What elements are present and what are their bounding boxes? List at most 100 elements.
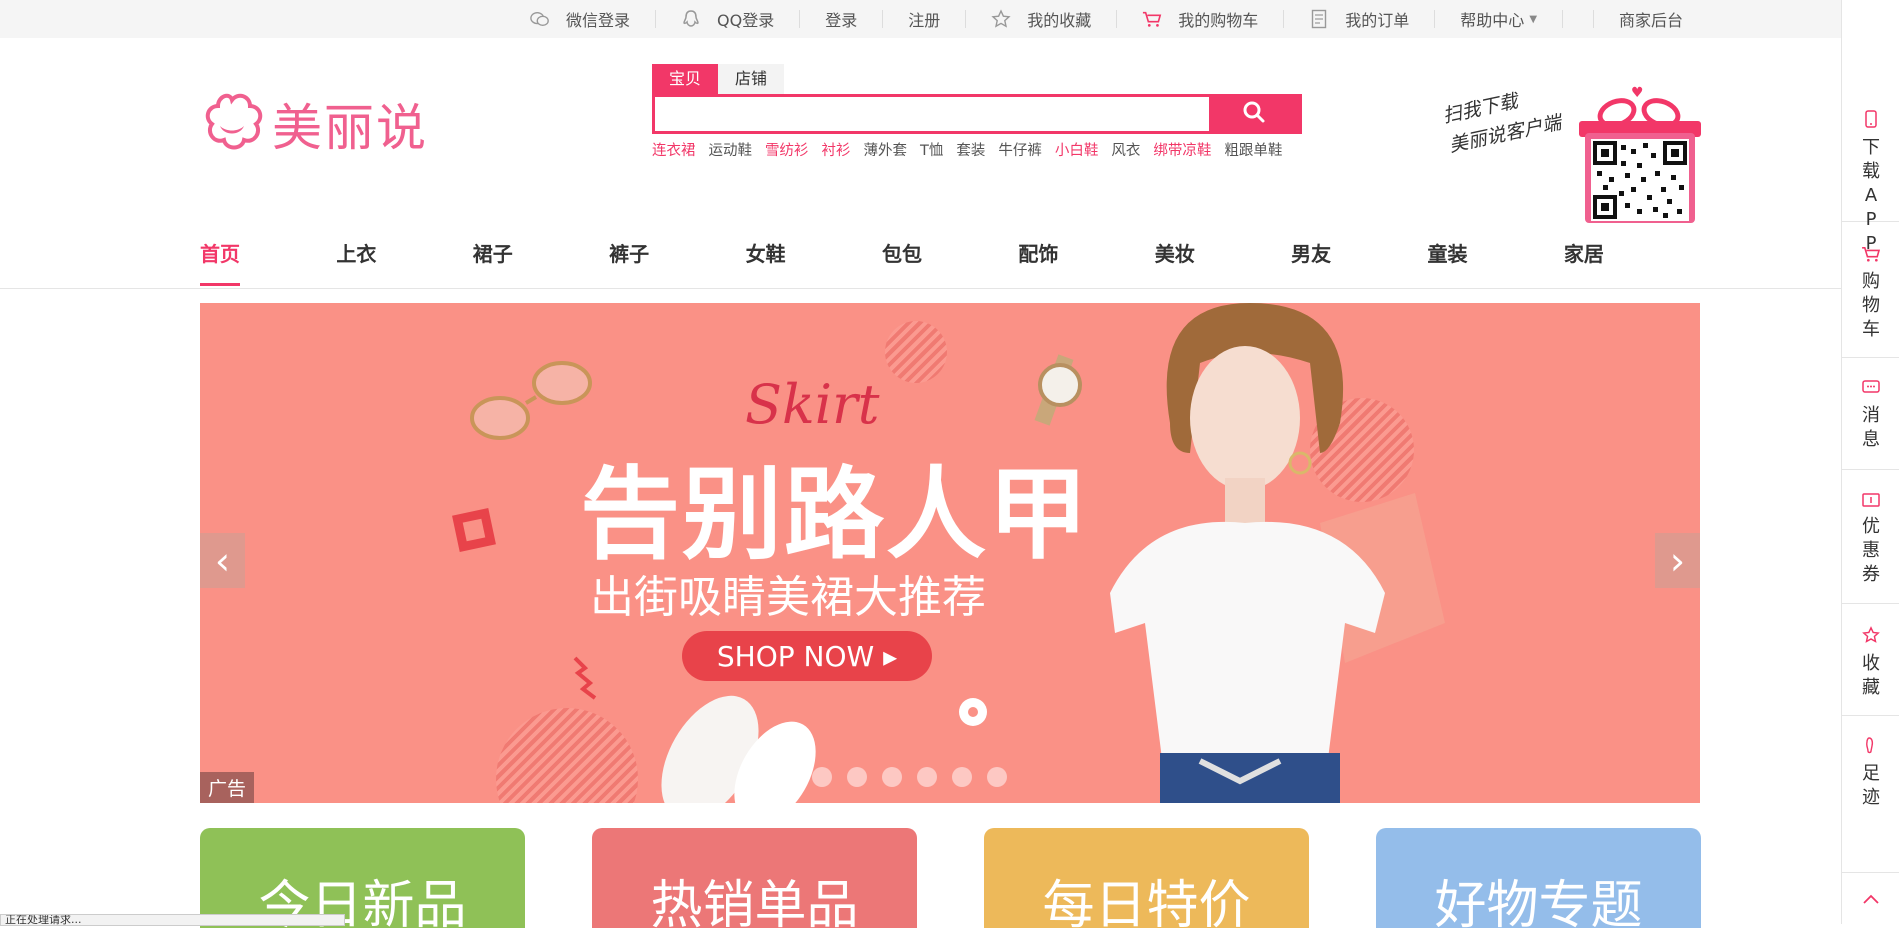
qq-login-link[interactable]: QQ登录 [656,9,801,30]
search-icon [1242,100,1266,128]
help-label: 帮助中心 [1460,11,1525,30]
nav-item-beauty[interactable]: 美妆 [1155,238,1291,288]
nav-item-tops[interactable]: 上衣 [336,238,472,288]
shop-now-button[interactable]: SHOP NOW ▸ [682,631,932,681]
sidebar-item-coupon[interactable]: 优惠券 [1842,492,1899,604]
card-best-sellers[interactable]: 热销单品 [592,828,917,928]
sidebar-label: 消息 [1862,405,1880,450]
category-nav: 首页 上衣 裙子 裤子 女鞋 包包 配饰 美妆 男友 童装 家居 [200,238,1700,288]
carousel-dot[interactable] [812,767,832,787]
qq-login-label: QQ登录 [717,11,775,30]
top-bar: 微信登录 QQ登录 登录 注册 我的收藏 我的购物车 我的订单 帮助中心 ▼ 商… [0,0,1841,38]
help-center-link[interactable]: 帮助中心 ▼ [1435,10,1564,30]
wechat-login-label: 微信登录 [566,11,631,30]
hot-keyword[interactable]: 薄外套 [864,139,908,160]
login-label: 登录 [825,11,858,30]
merchant-link[interactable]: 商家后台 [1593,10,1708,30]
app-download-qr[interactable]: 扫我下载 美丽说客户端 ♥ [1440,50,1701,230]
heart-icon: ♥ [1631,85,1644,101]
card-topics[interactable]: 好物专题 [1376,828,1701,928]
nav-item-bags[interactable]: 包包 [882,238,1018,288]
hot-keyword[interactable]: 运动鞋 [709,139,753,160]
cart-icon [1861,246,1881,266]
banner-script-text: Skirt [745,373,880,436]
card-daily-deals[interactable]: 每日特价 [984,828,1309,928]
search-tabs: 宝贝 店铺 [652,64,1302,94]
search-box [652,94,1302,134]
login-link[interactable]: 登录 [800,10,884,30]
right-sidebar: 下载APP 购物车 消息 优惠券 收藏 足迹 [1841,0,1899,924]
chevron-left-icon: ‹ [214,538,231,583]
orders-label: 我的订单 [1345,11,1410,30]
qq-icon [681,9,701,29]
card-new-arrivals[interactable]: 今日新品 [200,828,525,928]
sidebar-item-app[interactable]: 下载APP [1842,110,1899,254]
sidebar-item-cart[interactable]: 购物车 [1842,246,1899,358]
nav-item-accessories[interactable]: 配饰 [1018,238,1154,288]
nav-item-kids[interactable]: 童装 [1428,238,1564,288]
tab-shop[interactable]: 店铺 [718,64,785,94]
sidebar-item-favorite[interactable]: 收藏 [1842,626,1899,716]
orders-link[interactable]: 我的订单 [1284,9,1436,30]
sidebar-item-footprint[interactable]: 足迹 [1842,736,1899,826]
back-to-top-button[interactable] [1842,872,1899,924]
nav-item-pants[interactable]: 裤子 [609,238,745,288]
hot-keyword[interactable]: 连衣裙 [652,139,696,160]
banner-prev-button[interactable]: ‹ [200,533,245,588]
search-button[interactable] [1209,97,1299,131]
star-icon [1862,626,1880,648]
carousel-dot[interactable] [847,767,867,787]
tab-product[interactable]: 宝贝 [652,64,719,94]
banner-title: 告别路人甲 [580,456,1090,573]
order-icon [1309,9,1329,29]
nav-item-home[interactable]: 首页 [200,238,336,288]
nav-item-skirts[interactable]: 裙子 [473,238,609,288]
ad-tag: 广告 [200,772,255,803]
footprint-icon [1864,736,1878,758]
register-link[interactable]: 注册 [883,10,967,30]
hot-keyword[interactable]: 绑带凉鞋 [1153,139,1211,160]
hot-keyword[interactable]: 粗跟单鞋 [1224,139,1282,160]
hot-keyword[interactable]: 衬衫 [822,139,851,160]
browser-status-bar: 正在处理请求... [0,914,345,926]
feature-cards: 今日新品 热销单品 每日特价 好物专题 [200,828,1701,928]
hot-keyword[interactable]: 牛仔裤 [998,139,1042,160]
hero-banner[interactable]: Skirt 告别路人甲 出街吸睛美裙大推荐 SHOP NOW ▸ ‹ › 广告 [200,303,1700,803]
register-label: 注册 [908,11,941,30]
nav-item-home-living[interactable]: 家居 [1564,238,1700,288]
sunglasses-icon [470,361,592,440]
carousel-dot[interactable] [882,767,902,787]
search-input[interactable] [655,97,1209,131]
banner-next-button[interactable]: › [1655,533,1700,588]
logo-text: 美丽说 [272,99,428,157]
message-icon [1862,380,1880,400]
banner-subtitle: 出街吸睛美裙大推荐 [590,572,986,623]
sidebar-item-message[interactable]: 消息 [1842,380,1899,470]
wechat-login-link[interactable]: 微信登录 [505,9,657,30]
merchant-label: 商家后台 [1619,11,1684,30]
sidebar-label: 优惠券 [1862,516,1880,585]
carousel-dot[interactable] [917,767,937,787]
cart-icon [1142,9,1162,29]
carousel-dot[interactable] [952,767,972,787]
carousel-dot[interactable] [987,767,1007,787]
hot-keyword[interactable]: 风衣 [1111,139,1140,160]
star-icon [991,9,1011,29]
cart-link[interactable]: 我的购物车 [1117,9,1285,30]
nav-item-shoes[interactable]: 女鞋 [746,238,882,288]
site-logo[interactable]: 美丽说 [200,88,428,160]
flower-logo-icon [200,90,264,158]
hot-keyword[interactable]: 套装 [956,139,985,160]
hot-keyword[interactable]: 小白鞋 [1055,139,1099,160]
chevron-up-icon [1863,889,1879,908]
wechat-icon [530,9,550,29]
shoes-icon [661,695,816,803]
hot-keyword[interactable]: 雪纺衫 [765,139,809,160]
nav-item-men[interactable]: 男友 [1291,238,1427,288]
caret-down-icon: ▼ [1529,13,1538,25]
sidebar-label: 购物车 [1862,271,1880,340]
hot-keyword[interactable]: T恤 [920,139,943,160]
hot-keywords: 连衣裙 运动鞋 雪纺衫 衬衫 薄外套 T恤 套装 牛仔裤 小白鞋 风衣 绑带凉鞋… [652,139,1302,160]
qr-code [1591,139,1689,221]
favorites-link[interactable]: 我的收藏 [966,9,1118,30]
